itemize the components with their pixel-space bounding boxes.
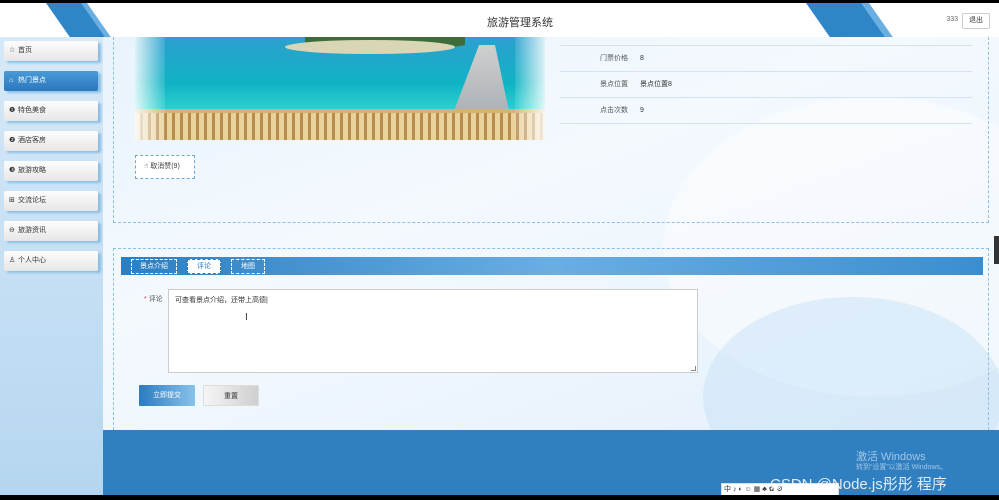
- info-value: 9: [639, 107, 644, 114]
- grid-icon: ⊞: [9, 197, 15, 204]
- tab-bar: 景点介绍 评论 地图: [121, 257, 983, 275]
- page-title: 旅游管理系统: [487, 17, 553, 29]
- logout-button[interactable]: 退出: [962, 13, 990, 29]
- required-mark: *: [144, 296, 147, 303]
- tab-map[interactable]: 地图: [231, 259, 265, 274]
- csdn-watermark: CSDN @Node.js彤彤 程序: [770, 476, 947, 493]
- spot-info-list: 门票价格 8 景点位置 景点位置8 点击次数 9: [560, 37, 972, 124]
- reset-button[interactable]: 重置: [203, 385, 259, 406]
- info-icon: ❷: [9, 137, 16, 144]
- photo-curtain-left: [135, 37, 165, 140]
- star-icon: ☆: [9, 47, 16, 54]
- sidebar-item-label: 首页: [18, 47, 32, 54]
- info-key: 门票价格: [600, 55, 628, 62]
- info-row-clicks: 点击次数 9: [560, 98, 972, 124]
- sidebar-item-profile[interactable]: ♙ 个人中心: [4, 251, 98, 271]
- tab-introduction[interactable]: 景点介绍: [131, 259, 177, 274]
- comment-label: * 评论: [144, 294, 163, 304]
- sidebar-item-home[interactable]: ☆ 首页: [4, 41, 98, 61]
- cancel-like-label: 取消赞(9): [150, 163, 180, 170]
- info-key: 景点位置: [600, 81, 628, 88]
- sidebar-item-label: 交流论坛: [18, 197, 46, 204]
- spot-photo: [135, 37, 545, 140]
- info-icon: ❶: [9, 107, 16, 114]
- sidebar: ☆ 首页 ⌂ 热门景点 ❶ 特色美食 ❷ 酒店客房 ❸ 旅游攻略 ⊞ 交流论坛 …: [0, 37, 103, 495]
- photo-curtain-right: [515, 37, 545, 140]
- info-row-location: 景点位置 景点位置8: [560, 72, 972, 98]
- info-value: 8: [639, 55, 644, 62]
- info-key: 点击次数: [600, 107, 628, 114]
- resize-handle[interactable]: [691, 366, 696, 371]
- sidebar-item-label: 旅游资讯: [18, 227, 46, 234]
- sidebar-item-label: 热门景点: [18, 77, 46, 84]
- sidebar-item-hotel[interactable]: ❷ 酒店客房: [4, 131, 98, 151]
- spot-detail-panel: 门票价格 8 景点位置 景点位置8 点击次数 9 ☝ 取消赞(9): [113, 37, 989, 223]
- sidebar-item-hot-spots[interactable]: ⌂ 热门景点: [4, 71, 98, 91]
- activation-watermark-subtitle: 转到“设置”以激活 Windows。: [856, 464, 948, 471]
- username: 333: [946, 16, 958, 23]
- sidebar-item-label: 酒店客房: [18, 137, 46, 144]
- photo-railing: [135, 113, 545, 140]
- home-icon: ⌂: [9, 77, 14, 84]
- info-value: 景点位置8: [639, 81, 672, 88]
- comment-textarea[interactable]: 可查看景点介绍，还带上高德|: [168, 289, 698, 373]
- tab-comments[interactable]: 评论: [187, 259, 221, 274]
- comment-label-text: 评论: [148, 296, 163, 303]
- scrollbar-thumb[interactable]: [994, 236, 999, 264]
- text-cursor-icon: I: [245, 312, 248, 323]
- letterbox-bottom: [0, 495, 999, 500]
- sidebar-item-forum[interactable]: ⊞ 交流论坛: [4, 191, 98, 211]
- browser-viewport: 旅游管理系统 333 退出 ☆ 首页 ⌂ 热门景点 ❶ 特色美食 ❷ 酒店客房 …: [0, 0, 999, 500]
- sidebar-item-guide[interactable]: ❸ 旅游攻略: [4, 161, 98, 181]
- sidebar-item-label: 个人中心: [18, 257, 46, 264]
- photo-beach: [285, 40, 455, 54]
- app-header: 旅游管理系统 333 退出: [0, 0, 999, 37]
- submit-button[interactable]: 立即提交: [139, 385, 195, 406]
- comment-text: 可查看景点介绍，还带上高德|: [175, 297, 268, 304]
- minus-circle-icon: ⊖: [9, 227, 15, 234]
- info-icon: ❸: [9, 167, 16, 174]
- sidebar-item-news[interactable]: ⊖ 旅游资讯: [4, 221, 98, 241]
- info-row-price: 门票价格 8: [560, 46, 972, 72]
- cancel-like-button[interactable]: ☝ 取消赞(9): [135, 155, 195, 179]
- comment-panel: 景点介绍 评论 地图 * 评论 可查看景点介绍，还带上高德| I 立即提交 重置: [113, 248, 989, 430]
- sidebar-item-label: 旅游攻略: [18, 167, 46, 174]
- user-icon: ♙: [9, 257, 16, 264]
- sidebar-item-label: 特色美食: [18, 107, 46, 114]
- info-row-partial: [560, 37, 972, 46]
- main-content: 门票价格 8 景点位置 景点位置8 点击次数 9 ☝ 取消赞(9) 景点介绍 评…: [103, 37, 999, 430]
- sidebar-item-food[interactable]: ❶ 特色美食: [4, 101, 98, 121]
